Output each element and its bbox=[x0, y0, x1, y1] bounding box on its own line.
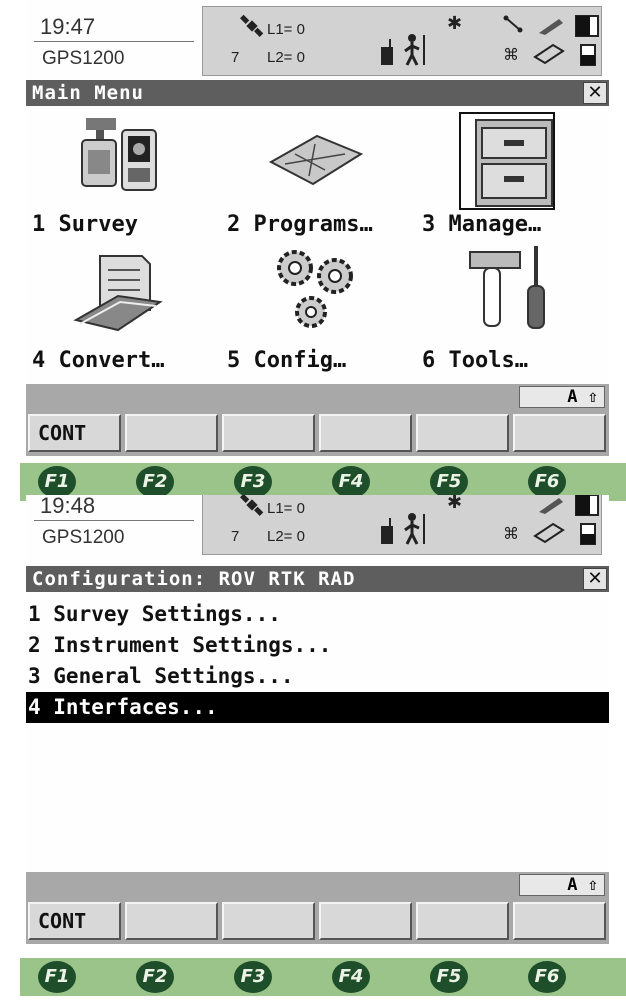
f5-key[interactable]: F5 bbox=[430, 466, 468, 498]
memory-status-icon bbox=[580, 523, 596, 545]
menu-item-config[interactable]: 5 Config… bbox=[221, 246, 411, 382]
memory-card-icon bbox=[533, 43, 565, 65]
battery-icon bbox=[575, 15, 599, 37]
memory-status-icon bbox=[580, 44, 596, 66]
f4-key[interactable]: F4 bbox=[332, 466, 370, 498]
menu-item-survey[interactable]: 1 Survey bbox=[26, 110, 216, 246]
radio-icon bbox=[381, 518, 393, 544]
satellite-count: 7 bbox=[231, 528, 240, 545]
config-gears-icon bbox=[277, 250, 353, 328]
softkey-6[interactable] bbox=[513, 414, 606, 452]
softkey-cont[interactable]: CONT bbox=[28, 902, 121, 940]
softkey-4[interactable] bbox=[319, 414, 412, 452]
surveyor-icon bbox=[404, 34, 425, 66]
device-model: GPS1200 bbox=[42, 48, 125, 69]
f1-key[interactable]: F1 bbox=[38, 961, 76, 993]
pen-icon bbox=[539, 498, 563, 514]
softkey-5[interactable] bbox=[416, 414, 509, 452]
f6-key[interactable]: F6 bbox=[528, 466, 566, 498]
status-bar: 19:48 GPS1200 7 L1= 0 L2= 0 ✱ ⌘ bbox=[26, 495, 609, 557]
device-model: GPS1200 bbox=[42, 527, 125, 548]
status-bar: 19:47 GPS1200 7 L1= 0 L2= 0 ✱ ⌘ bbox=[26, 0, 609, 78]
page-title: Main Menu bbox=[32, 82, 144, 104]
menu-item-label: 3 Manage… bbox=[422, 212, 542, 237]
menu-item-tools[interactable]: 6 Tools… bbox=[416, 246, 606, 382]
l1-readout: L1= 0 bbox=[267, 500, 305, 517]
title-bar: Main Menu ✕ bbox=[26, 80, 609, 106]
divider bbox=[34, 520, 194, 521]
settings-list: 1 Survey Settings... 2 Instrument Settin… bbox=[26, 599, 609, 723]
f3-key[interactable]: F3 bbox=[234, 466, 272, 498]
softkey-3[interactable] bbox=[222, 902, 315, 940]
pen-icon bbox=[539, 19, 563, 35]
softkey-cont[interactable]: CONT bbox=[28, 414, 121, 452]
softkey-3[interactable] bbox=[222, 414, 315, 452]
menu-item-convert[interactable]: 4 Convert… bbox=[26, 246, 216, 382]
memory-card-icon bbox=[533, 522, 565, 544]
list-item-general-settings[interactable]: 3 General Settings... bbox=[26, 661, 609, 692]
list-item-instrument-settings[interactable]: 2 Instrument Settings... bbox=[26, 630, 609, 661]
main-menu-screen: 19:47 GPS1200 7 L1= 0 L2= 0 ✱ ⌘ Main Men… bbox=[26, 0, 609, 462]
function-key-bar-bottom: F1 F2 F3 F4 F5 F6 bbox=[20, 958, 626, 996]
softkey-5[interactable] bbox=[416, 902, 509, 940]
f1-key[interactable]: F1 bbox=[38, 466, 76, 498]
input-mode-indicator: A ⇧ bbox=[519, 386, 605, 408]
satellite-count: 7 bbox=[231, 49, 240, 66]
f2-key[interactable]: F2 bbox=[136, 466, 174, 498]
softkey-bar: CONT bbox=[26, 898, 609, 944]
f5-key[interactable]: F5 bbox=[430, 961, 468, 993]
menu-item-label: 5 Config… bbox=[227, 348, 347, 373]
status-left: 19:47 GPS1200 bbox=[30, 8, 200, 70]
input-mode-bar: A ⇧ bbox=[26, 384, 609, 410]
satellite-icon bbox=[240, 495, 264, 516]
list-item-survey-settings[interactable]: 1 Survey Settings... bbox=[26, 599, 609, 630]
softkey-6[interactable] bbox=[513, 902, 606, 940]
menu-item-programs[interactable]: 2 Programs… bbox=[221, 110, 411, 246]
softkey-2[interactable] bbox=[125, 902, 218, 940]
softkey-bar: CONT bbox=[26, 410, 609, 456]
f4-key[interactable]: F4 bbox=[332, 961, 370, 993]
network-icon: ⌘ bbox=[503, 45, 519, 64]
f6-key[interactable]: F6 bbox=[528, 961, 566, 993]
list-item-interfaces[interactable]: 4 Interfaces... bbox=[26, 692, 609, 723]
close-icon[interactable]: ✕ bbox=[583, 568, 607, 590]
menu-item-label: 1 Survey bbox=[32, 212, 138, 237]
l1-readout: L1= 0 bbox=[267, 21, 305, 38]
status-icons-panel: 7 L1= 0 L2= 0 ✱ ⌘ bbox=[202, 6, 602, 76]
selection-frame bbox=[459, 112, 555, 210]
input-mode-indicator: A ⇧ bbox=[519, 874, 605, 896]
surveyor-icon bbox=[404, 513, 425, 545]
bluetooth-icon: ✱ bbox=[447, 13, 463, 34]
l2-readout: L2= 0 bbox=[267, 49, 305, 66]
input-mode-bar: A ⇧ bbox=[26, 872, 609, 898]
status-left: 19:48 GPS1200 bbox=[30, 495, 200, 549]
l2-readout: L2= 0 bbox=[267, 528, 305, 545]
satellite-icon bbox=[240, 14, 264, 37]
radio-icon bbox=[381, 39, 393, 65]
menu-item-label: 6 Tools… bbox=[422, 348, 528, 373]
bluetooth-icon: ✱ bbox=[447, 495, 463, 513]
clock-time: 19:47 bbox=[40, 14, 96, 39]
softkey-2[interactable] bbox=[125, 414, 218, 452]
title-bar: Configuration: ROV RTK RAD ✕ bbox=[26, 566, 609, 592]
programs-map-icon bbox=[268, 134, 364, 186]
menu-item-label: 2 Programs… bbox=[227, 212, 373, 237]
softkey-4[interactable] bbox=[319, 902, 412, 940]
network-icon: ⌘ bbox=[503, 524, 519, 543]
divider bbox=[34, 41, 194, 42]
convert-documents-icon bbox=[73, 255, 163, 332]
clock-time: 19:48 bbox=[40, 495, 96, 518]
f3-key[interactable]: F3 bbox=[234, 961, 272, 993]
close-icon[interactable]: ✕ bbox=[583, 82, 607, 104]
survey-instrument-icon bbox=[81, 118, 157, 191]
f2-key[interactable]: F2 bbox=[136, 961, 174, 993]
line-icon bbox=[503, 15, 523, 33]
battery-icon bbox=[575, 495, 599, 516]
tools-hammer-screwdriver-icon bbox=[469, 246, 545, 329]
page-title: Configuration: ROV RTK RAD bbox=[32, 568, 356, 590]
menu-item-label: 4 Convert… bbox=[32, 348, 165, 373]
configuration-screen: 19:48 GPS1200 7 L1= 0 L2= 0 ✱ ⌘ Configur… bbox=[26, 495, 609, 945]
status-icons-panel: 7 L1= 0 L2= 0 ✱ ⌘ bbox=[202, 495, 602, 555]
